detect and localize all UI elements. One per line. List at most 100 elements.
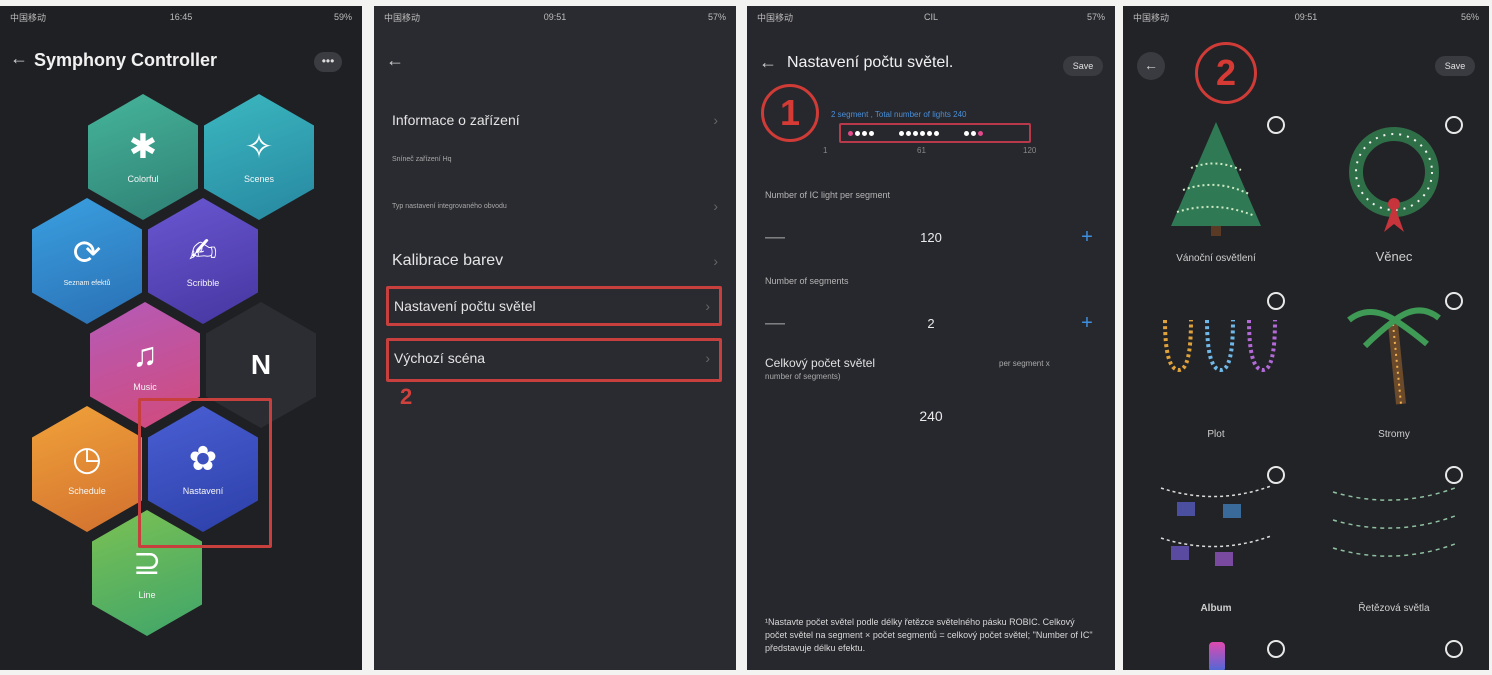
scene-tile-fence[interactable]: Plot <box>1131 284 1301 454</box>
letter-n-label: N <box>250 349 272 380</box>
screen-default-scene: 中国移动 09:51 56% ← Save 2 Vánoční osvětlen… <box>1123 6 1489 670</box>
save-button[interactable]: Save <box>1435 56 1475 76</box>
screen-device-settings: 中国移动 09:51 57% ← Informace o zařízení › … <box>374 6 736 670</box>
scene-tile-string-lights[interactable]: Řetězová světla <box>1309 458 1479 628</box>
highlight-box <box>138 398 272 548</box>
ic-per-segment-label: Number of IC light per segment <box>765 190 891 200</box>
highlight-box <box>386 286 722 326</box>
total-label-right: per segment x <box>999 359 1050 368</box>
highlight-box <box>386 338 722 382</box>
plus-button[interactable]: + <box>1077 226 1097 249</box>
status-bar: 中国移动 09:51 57% <box>374 6 736 28</box>
scale-mid: 61 <box>917 146 926 155</box>
step-marker: 2 <box>1195 42 1257 104</box>
scene-tile-partial[interactable] <box>1309 632 1479 670</box>
page-title: Nastavení počtu světel. <box>787 54 954 71</box>
refresh-icon: ⟳ <box>72 233 102 272</box>
battery-label: 57% <box>707 12 726 22</box>
hex-scenes[interactable]: ✧ Scenes <box>204 94 314 220</box>
menu-label: Sníneč zařízení <box>392 156 441 163</box>
menu-label: Kalibrace barev <box>392 252 504 269</box>
light-strip-preview <box>839 123 1031 143</box>
hex-label: Seznam efektů <box>63 279 111 287</box>
footnote-text: ¹Nastavte počet světel podle délky řetěz… <box>765 617 1093 653</box>
minus-button[interactable]: — <box>765 226 785 249</box>
chevron-right-icon: › <box>713 198 718 214</box>
menu-value: Hq <box>442 156 452 163</box>
battery-label: 59% <box>333 12 352 22</box>
carrier-label: 中国移动 <box>1133 12 1170 23</box>
battery-label: 56% <box>1460 12 1479 22</box>
hex-scribble[interactable]: ✍ Scribble <box>148 198 258 324</box>
christmas-tree-icon <box>1171 122 1261 236</box>
menu-label: Typ nastavení integrovaného obvodu <box>392 202 507 210</box>
back-arrow-icon[interactable]: ← <box>1137 52 1165 80</box>
lamp-icon <box>1209 642 1225 670</box>
carrier-label: 中国移动 <box>10 12 47 23</box>
scene-tile-christmas-lights[interactable]: Vánoční osvětlení <box>1131 108 1301 278</box>
carrier-label: 中国移动 <box>757 12 794 23</box>
tile-label: Plot <box>1207 429 1225 440</box>
scale-min: 1 <box>823 146 828 155</box>
chevron-right-icon: › <box>713 253 718 269</box>
menu-device-name[interactable]: Sníneč zařízení Hq <box>392 156 718 163</box>
segments-label: Number of segments <box>765 276 849 286</box>
menu-device-info[interactable]: Informace o zařízení › <box>392 112 718 128</box>
minus-button[interactable]: — <box>765 312 785 335</box>
save-button[interactable]: Save <box>1063 56 1103 76</box>
scene-tile-partial[interactable] <box>1131 632 1301 670</box>
battery-label: 57% <box>1086 12 1105 22</box>
status-center-label: CIL <box>923 12 939 22</box>
time-label: 16:45 <box>169 12 193 22</box>
photo-lights-icon <box>1160 485 1272 566</box>
string-lights-icon <box>1332 487 1456 557</box>
hand-drawing-icon: ✍ <box>188 232 218 270</box>
back-arrow-icon[interactable]: ← <box>759 52 777 73</box>
scale-max: 120 <box>1023 146 1037 155</box>
segment-info-label: 2 segment , Total number of lights 240 <box>831 110 967 119</box>
status-bar: 中国移动 09:51 56% <box>1123 6 1489 28</box>
segments-stepper: — 2 + <box>765 308 1097 338</box>
hex-colorful[interactable]: ✱ Colorful <box>88 94 198 220</box>
clock-icon: ◷ <box>72 440 102 478</box>
hex-label: Scenes <box>243 174 275 184</box>
screen-symphony-controller: 中国移动 16:45 59% ← Symphony Controller •••… <box>0 6 362 670</box>
carrier-label: 中国移动 <box>384 12 421 23</box>
palm-tree-icon <box>1347 307 1441 405</box>
total-label: Celkový počet světel <box>765 356 876 370</box>
line-wave-icon: ⊇ <box>132 544 162 582</box>
time-label: 09:51 <box>1294 12 1318 22</box>
segments-value: 2 <box>927 315 935 331</box>
time-label: 09:51 <box>543 12 567 22</box>
radio-button[interactable] <box>1445 640 1463 658</box>
step-marker: 1 <box>761 84 819 142</box>
step-marker: 2 <box>400 384 413 409</box>
music-note-icon: ♫ <box>132 336 158 374</box>
scene-tile-trees[interactable]: Stromy <box>1309 284 1479 454</box>
total-value: 240 <box>919 408 943 424</box>
status-bar: 中国移动 CIL 57% <box>747 6 1115 28</box>
back-arrow-icon[interactable]: ← <box>10 48 28 69</box>
asterisk-icon: ✱ <box>128 128 158 166</box>
hex-label: Colorful <box>127 174 159 184</box>
tile-label: Vánoční osvětlení <box>1176 253 1256 264</box>
menu-ic-type[interactable]: Typ nastavení integrovaného obvodu › <box>392 198 718 214</box>
total-label-sub: number of segments) <box>765 372 841 381</box>
radio-button[interactable] <box>1267 640 1285 658</box>
tile-label: Stromy <box>1378 429 1410 440</box>
hex-label: Schedule <box>68 486 106 496</box>
status-bar: 中国移动 16:45 59% <box>0 6 362 28</box>
scene-tile-wreath[interactable]: Věnec <box>1309 108 1479 278</box>
tile-label: Album <box>1200 603 1232 614</box>
screen-light-count: 中国移动 CIL 57% ← Nastavení počtu světel. S… <box>747 6 1115 670</box>
hex-schedule[interactable]: ◷ Schedule <box>32 406 142 532</box>
back-arrow-icon[interactable]: ← <box>386 50 404 71</box>
hex-seznam-efektu[interactable]: ⟳ Seznam efektů <box>32 198 142 324</box>
menu-color-calibration[interactable]: Kalibrace barev › <box>392 252 718 270</box>
wreath-icon <box>1349 127 1439 232</box>
plus-button[interactable]: + <box>1077 312 1097 335</box>
ic-value: 120 <box>920 229 942 245</box>
more-options-button[interactable]: ••• <box>314 52 342 72</box>
scene-tile-album[interactable]: Album <box>1131 458 1301 628</box>
tile-label: Řetězová světla <box>1358 603 1430 614</box>
